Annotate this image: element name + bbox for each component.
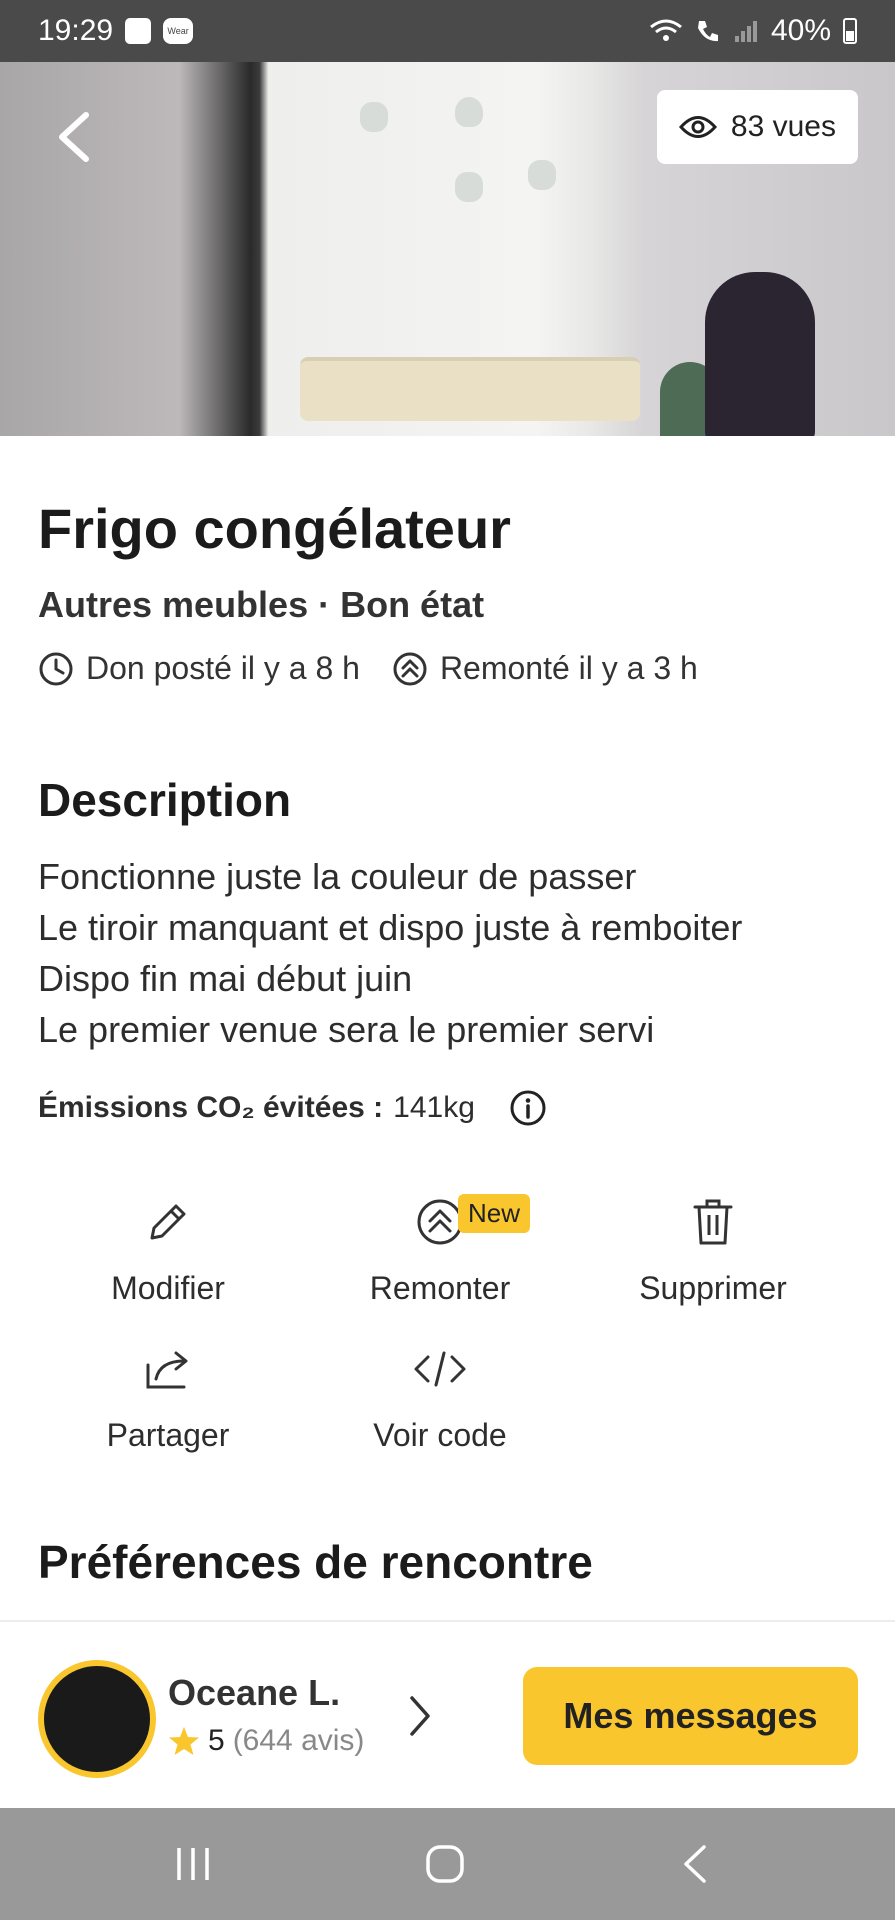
wifi-call-icon [697, 21, 718, 42]
edit-label: Modifier [111, 1270, 225, 1306]
wifi-icon [650, 19, 682, 41]
photo-detail [300, 357, 640, 421]
listing-subtitle: Autres meubles · Bon état [38, 584, 485, 625]
signal-icon [734, 21, 757, 42]
avatar[interactable] [38, 1660, 156, 1778]
co2-label: Émissions CO₂ évitées : [38, 1091, 384, 1124]
recent-apps-icon [177, 1848, 209, 1880]
posted-time: Don posté il y a 8 h [86, 650, 360, 686]
profile-chevron[interactable] [400, 1688, 440, 1744]
status-bar: 19:29 Wear 40% [0, 0, 895, 62]
delete-button[interactable]: Supprimer [583, 1190, 843, 1307]
photo-detail [455, 172, 483, 202]
battery-icon [843, 18, 857, 44]
wear-notification-icon: Wear [163, 18, 194, 44]
chevron-right-icon [410, 1696, 430, 1736]
pencil-icon [150, 1204, 186, 1240]
description-text: Fonctionne juste la couleur de passer Le… [38, 851, 858, 1055]
meeting-preferences-heading: Préférences de rencontre [38, 1536, 593, 1588]
bump-button[interactable]: New Remonter [310, 1190, 570, 1307]
photo-detail [528, 160, 556, 190]
new-badge: New [458, 1194, 531, 1233]
seller-bar: Oceane L. 5 (644 avis) Mes messages [0, 1620, 895, 1810]
back-button[interactable] [44, 102, 104, 172]
recent-apps-button[interactable] [163, 1836, 223, 1892]
user-name[interactable]: Oceane L. [168, 1672, 340, 1714]
my-messages-button[interactable]: Mes messages [523, 1667, 858, 1765]
trash-icon [693, 1199, 733, 1245]
views-count: 83 vues [730, 110, 836, 143]
user-rating: 5 (644 avis) [168, 1724, 364, 1758]
co2-value: 141kg [393, 1091, 475, 1124]
views-badge: 83 vues [656, 90, 858, 164]
battery-percent: 40% [770, 14, 831, 47]
code-icon [414, 1351, 466, 1387]
bump-icon [393, 652, 427, 685]
bumped-time: Remonté il y a 3 h [439, 650, 698, 686]
status-time: 19:29 [38, 14, 114, 47]
photo-detail [455, 97, 483, 127]
edit-button[interactable]: Modifier [38, 1190, 298, 1307]
co2-row: Émissions CO₂ évitées : 141kg [38, 1089, 858, 1127]
star-icon [169, 1727, 199, 1755]
description-line: Le tiroir manquant et dispo juste à remb… [38, 907, 743, 948]
rating-value: 5 [208, 1724, 225, 1757]
system-back-button[interactable] [665, 1836, 725, 1892]
back-icon [684, 1845, 706, 1883]
info-icon[interactable] [509, 1089, 547, 1127]
system-nav-bar [0, 1808, 895, 1920]
description-heading: Description [38, 774, 292, 826]
view-code-button[interactable]: Voir code [310, 1337, 570, 1454]
description-line: Fonctionne juste la couleur de passer [38, 856, 637, 897]
delete-label: Supprimer [639, 1270, 787, 1306]
photo-detail [705, 272, 815, 436]
listing-meta: Don posté il y a 8 h Remonté il y a 3 h [38, 650, 858, 687]
listing-details: Frigo congélateur Autres meubles · Bon é… [38, 436, 858, 1127]
listing-title: Frigo congélateur [38, 497, 511, 560]
review-count: (644 avis) [232, 1724, 365, 1757]
home-button[interactable] [415, 1836, 475, 1892]
back-arrow-icon [59, 112, 89, 162]
share-icon [146, 1351, 188, 1389]
bump-label: Remonter [369, 1270, 511, 1306]
clock-icon [39, 652, 73, 685]
photo-detail [360, 102, 388, 132]
description-line: Dispo fin mai début juin [38, 958, 413, 999]
code-label: Voir code [373, 1417, 507, 1453]
gallery-notification-icon [125, 18, 152, 44]
home-icon [426, 1845, 464, 1883]
description-line: Le premier venue sera le premier servi [38, 1009, 655, 1050]
share-button[interactable]: Partager [38, 1337, 298, 1454]
eye-icon [678, 116, 717, 138]
share-label: Partager [106, 1417, 230, 1453]
listing-photo[interactable]: 83 vues [0, 62, 895, 436]
